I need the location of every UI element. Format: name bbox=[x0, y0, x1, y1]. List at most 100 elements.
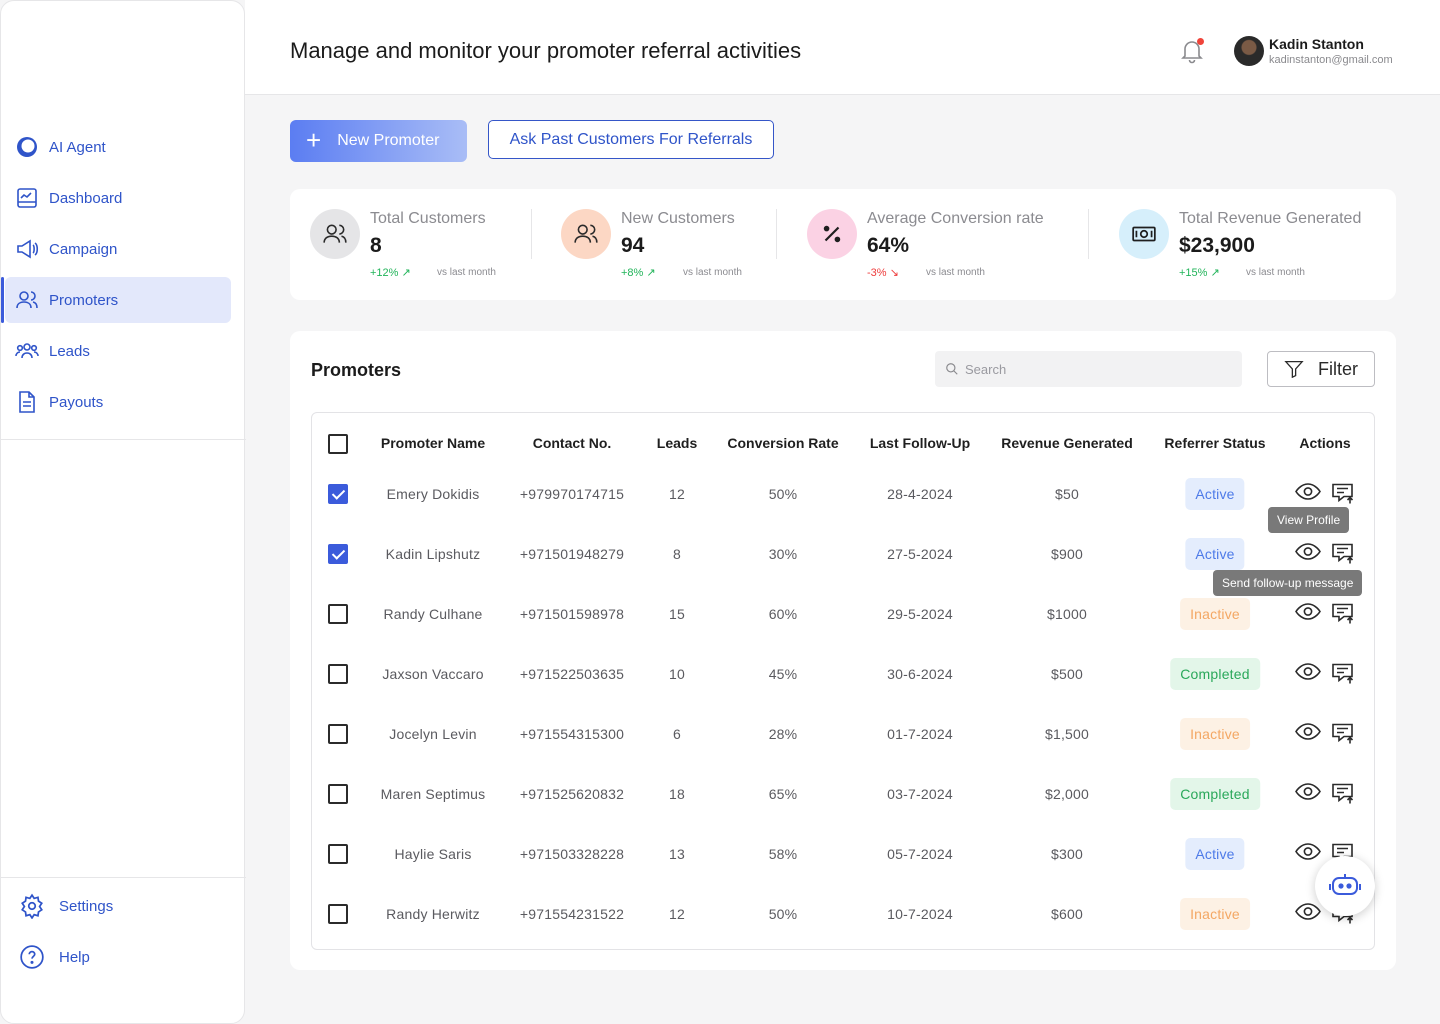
row-checkbox[interactable] bbox=[328, 664, 348, 684]
row-checkbox[interactable] bbox=[328, 784, 348, 804]
sidebar-item-label: AI Agent bbox=[49, 138, 106, 156]
stat-change: +8% ↗ bbox=[621, 267, 656, 279]
column-header[interactable]: Conversion Rate bbox=[727, 435, 838, 451]
send-followup-icon[interactable] bbox=[1331, 483, 1355, 510]
send-followup-icon[interactable] bbox=[1331, 543, 1355, 570]
cell-leads: 12 bbox=[669, 486, 685, 502]
stat-value: $23,900 bbox=[1179, 234, 1255, 257]
row-checkbox[interactable] bbox=[328, 544, 348, 564]
cell-revenue: $500 bbox=[1051, 666, 1083, 682]
cell-rate: 45% bbox=[768, 666, 798, 682]
cell-followup: 30-6-2024 bbox=[887, 666, 953, 682]
cell-rate: 50% bbox=[768, 906, 798, 922]
sidebar-item-campaign[interactable]: Campaign bbox=[5, 226, 231, 272]
promoters-panel: Promoters Search Filter Promoter Name Co… bbox=[290, 331, 1396, 970]
send-followup-icon[interactable] bbox=[1331, 723, 1355, 750]
trend-up-icon: ↗ bbox=[1210, 267, 1220, 279]
sidebar-item-payouts[interactable]: Payouts bbox=[5, 379, 231, 425]
cell-name: Jocelyn Levin bbox=[389, 726, 477, 742]
filter-icon bbox=[1284, 360, 1304, 378]
status-badge: Active bbox=[1185, 478, 1245, 510]
cell-leads: 15 bbox=[669, 606, 685, 622]
view-profile-icon[interactable] bbox=[1295, 903, 1321, 926]
send-followup-icon[interactable] bbox=[1331, 783, 1355, 810]
sidebar-item-label: Campaign bbox=[49, 240, 118, 258]
cell-contact: +971554315300 bbox=[519, 726, 625, 742]
row-checkbox[interactable] bbox=[328, 604, 348, 624]
filter-button[interactable]: Filter bbox=[1267, 351, 1375, 387]
sidebar-item-dashboard[interactable]: Dashboard bbox=[5, 175, 231, 221]
users-icon bbox=[310, 209, 360, 259]
help-link[interactable]: Help bbox=[19, 944, 90, 970]
cell-name: Randy Herwitz bbox=[386, 906, 480, 922]
cell-revenue: $2,000 bbox=[1044, 786, 1090, 802]
cell-contact: +971501948279 bbox=[519, 546, 625, 562]
stat-change: -3% ↘ bbox=[867, 267, 899, 279]
cell-followup: 10-7-2024 bbox=[887, 906, 953, 922]
cell-name: Jaxson Vaccaro bbox=[382, 666, 484, 682]
cell-contact: +979970174715 bbox=[519, 486, 625, 502]
cell-leads: 10 bbox=[669, 666, 685, 682]
view-profile-icon[interactable] bbox=[1295, 603, 1321, 626]
stat-vs: vs last month bbox=[683, 267, 742, 278]
column-header[interactable]: Referrer Status bbox=[1164, 435, 1265, 451]
help-label: Help bbox=[59, 948, 90, 966]
cell-contact: +971522503635 bbox=[519, 666, 625, 682]
ask-referrals-button[interactable]: Ask Past Customers For Referrals bbox=[488, 120, 774, 159]
users-icon bbox=[16, 291, 38, 309]
row-checkbox[interactable] bbox=[328, 844, 348, 864]
filter-label: Filter bbox=[1318, 358, 1358, 379]
cell-name: Randy Culhane bbox=[383, 606, 483, 622]
stat-value: 64% bbox=[867, 234, 910, 257]
notification-dot bbox=[1197, 38, 1204, 45]
status-badge: Inactive bbox=[1180, 718, 1250, 750]
stat-label: Total Customers bbox=[370, 210, 486, 227]
settings-link[interactable]: Settings bbox=[19, 893, 113, 919]
view-profile-icon[interactable] bbox=[1295, 723, 1321, 746]
column-header[interactable]: Contact No. bbox=[533, 435, 612, 451]
view-profile-icon[interactable] bbox=[1295, 483, 1321, 506]
stats-card: Total Customers 8 +12% ↗ vs last month N… bbox=[290, 189, 1396, 300]
row-checkbox[interactable] bbox=[328, 904, 348, 924]
sidebar-item-leads[interactable]: Leads bbox=[5, 328, 231, 374]
chatbot-button[interactable] bbox=[1315, 856, 1375, 916]
stat-value: 94 bbox=[621, 234, 645, 257]
view-profile-icon[interactable] bbox=[1295, 663, 1321, 686]
new-promoter-button[interactable]: + New Promoter bbox=[290, 120, 467, 162]
sidebar-divider bbox=[1, 877, 246, 878]
column-header[interactable]: Last Follow-Up bbox=[870, 435, 970, 451]
notification-button[interactable] bbox=[1180, 38, 1204, 64]
row-checkbox[interactable] bbox=[328, 724, 348, 744]
ai-agent-icon bbox=[17, 137, 37, 157]
panel-title: Promoters bbox=[311, 360, 402, 380]
cell-rate: 50% bbox=[768, 486, 798, 502]
cell-followup: 01-7-2024 bbox=[887, 726, 953, 742]
cell-name: Kadin Lipshutz bbox=[385, 546, 481, 562]
column-header[interactable]: Leads bbox=[657, 435, 697, 451]
sidebar-item-ai-agent[interactable]: AI Agent bbox=[5, 124, 231, 170]
view-profile-icon[interactable] bbox=[1295, 783, 1321, 806]
stat-vs: vs last month bbox=[926, 267, 985, 278]
cell-revenue: $600 bbox=[1051, 906, 1083, 922]
stat-label: Average Conversion rate bbox=[867, 210, 1044, 227]
status-badge: Active bbox=[1185, 838, 1245, 870]
column-header[interactable]: Promoter Name bbox=[381, 435, 485, 451]
select-all-checkbox[interactable] bbox=[328, 434, 348, 454]
cell-leads: 13 bbox=[669, 846, 685, 862]
column-header[interactable]: Revenue Generated bbox=[1001, 435, 1133, 451]
cell-leads: 6 bbox=[673, 726, 681, 742]
row-checkbox[interactable] bbox=[328, 484, 348, 504]
help-icon bbox=[20, 945, 44, 969]
view-profile-icon[interactable] bbox=[1295, 543, 1321, 566]
sidebar: AI Agent Dashboard Campaign Promoters Le… bbox=[0, 0, 246, 1024]
status-badge: Active bbox=[1185, 538, 1245, 570]
search-input[interactable]: Search bbox=[935, 351, 1242, 387]
avatar[interactable] bbox=[1234, 36, 1264, 66]
view-profile-icon[interactable] bbox=[1295, 843, 1321, 866]
column-header[interactable]: Actions bbox=[1299, 435, 1350, 451]
status-badge: Inactive bbox=[1180, 598, 1250, 630]
send-followup-icon[interactable] bbox=[1331, 663, 1355, 690]
stat-vs: vs last month bbox=[1246, 267, 1305, 278]
sidebar-item-promoters[interactable]: Promoters bbox=[1, 277, 231, 323]
send-followup-icon[interactable] bbox=[1331, 603, 1355, 630]
